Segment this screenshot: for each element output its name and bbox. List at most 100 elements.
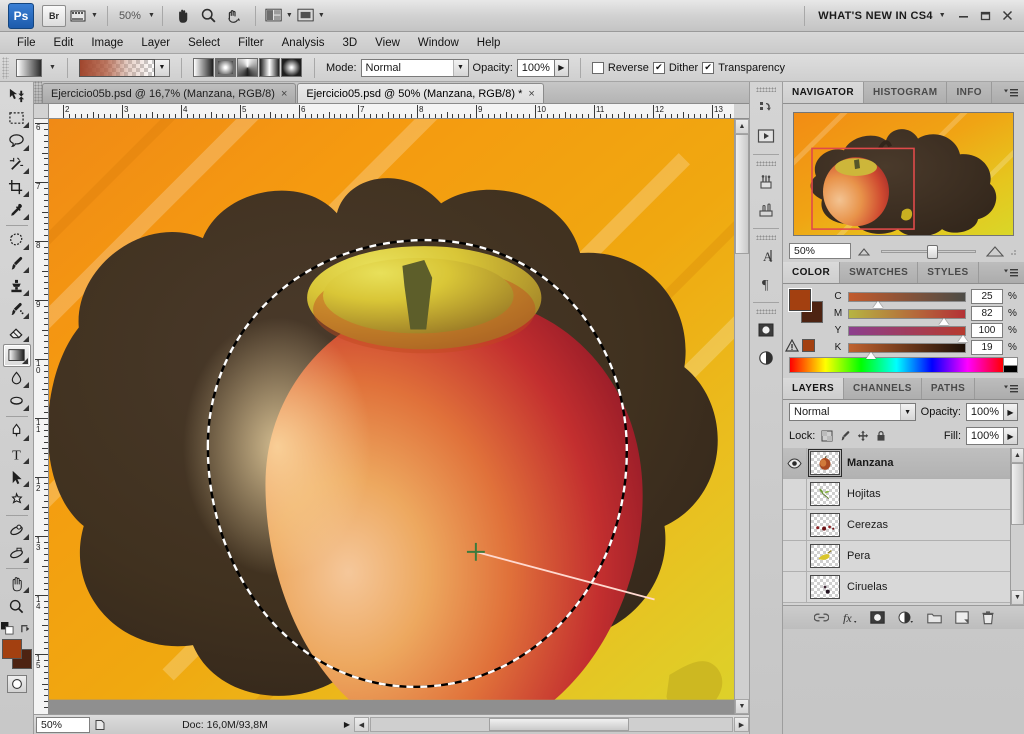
channel-m-value[interactable]: 82 (971, 306, 1003, 321)
3d-orbit-tool[interactable] (3, 542, 31, 565)
layer-row-manzana[interactable]: Manzana (783, 448, 1010, 479)
radial-gradient-button[interactable] (214, 58, 236, 77)
dock-grip[interactable] (756, 235, 776, 240)
menu-file[interactable]: File (8, 35, 45, 51)
vertical-scroll-track[interactable] (735, 254, 749, 699)
delete-layer-icon[interactable] (982, 610, 994, 625)
layer-fill-stepper[interactable]: ▶ (1004, 427, 1018, 445)
status-zoom-input[interactable]: 50% (36, 716, 90, 733)
layers-scroll-down-button[interactable]: ▼ (1011, 590, 1024, 605)
gradient-dropdown-button[interactable]: ▼ (154, 58, 170, 77)
layers-scroll-up-button[interactable]: ▲ (1011, 448, 1024, 463)
path-selection-tool[interactable] (3, 466, 31, 489)
launch-bridge-button[interactable]: Br (41, 4, 67, 28)
eraser-tool[interactable] (3, 321, 31, 344)
layer-visibility-toggle[interactable] (783, 541, 807, 571)
dock-grip[interactable] (756, 87, 776, 92)
menu-select[interactable]: Select (179, 35, 229, 51)
lock-all-button[interactable] (874, 430, 887, 443)
lock-image-pixels-button[interactable] (838, 430, 851, 443)
layer-visibility-toggle[interactable] (783, 510, 807, 540)
layer-style-fx-icon[interactable]: fx (842, 611, 857, 624)
menu-window[interactable]: Window (409, 35, 468, 51)
dodge-tool[interactable] (3, 390, 31, 413)
scroll-down-button[interactable]: ▼ (735, 699, 749, 714)
dock-grip[interactable] (756, 161, 776, 166)
arrange-documents-button[interactable]: ▼ (264, 4, 294, 28)
add-layer-mask-icon[interactable] (869, 611, 885, 624)
tab-paths[interactable]: PATHS (921, 378, 976, 399)
layer-name-cerezas[interactable]: Cerezas (843, 519, 888, 531)
eyedropper-tool[interactable] (3, 199, 31, 222)
gradient-tool[interactable] (2, 344, 31, 367)
actions-panel-icon[interactable] (753, 123, 779, 149)
hscroll-left-button[interactable]: ◀ (354, 717, 369, 732)
channel-m-slider[interactable] (848, 308, 966, 325)
layer-visibility-toggle[interactable] (783, 448, 807, 478)
channel-y-value[interactable]: 100 (971, 323, 1003, 338)
default-colors-icon[interactable] (0, 622, 14, 635)
zoom-tool-button[interactable] (197, 4, 221, 28)
layer-row-pera[interactable]: Pera (783, 541, 1010, 572)
tab-color[interactable]: COLOR (783, 262, 841, 283)
rotate-view-tool-button[interactable] (223, 4, 247, 28)
angle-gradient-button[interactable] (236, 58, 258, 77)
rectangular-marquee-tool[interactable] (3, 107, 31, 130)
blur-tool[interactable] (3, 367, 31, 390)
dither-checkbox[interactable]: ✔ (652, 61, 665, 74)
color-swatches[interactable] (1, 639, 32, 669)
color-panel-menu-button[interactable] (998, 262, 1024, 283)
document-tab-2[interactable]: Ejercicio05.psd @ 50% (Manzana, RGB/8) *… (297, 83, 544, 103)
spectrum-endcaps[interactable] (1004, 357, 1018, 373)
status-menu-arrow[interactable]: ▶ (340, 720, 354, 729)
layer-opacity-stepper[interactable]: ▶ (1004, 403, 1018, 421)
gradient-preview[interactable] (78, 58, 155, 77)
document-tab-1[interactable]: Ejercicio05b.psd @ 16,7% (Manzana, RGB/8… (42, 83, 297, 103)
channel-c-slider[interactable] (848, 291, 966, 308)
dither-checkbox-group[interactable]: ✔ Dither (652, 61, 698, 74)
lock-position-button[interactable] (856, 430, 869, 443)
layer-row-hojitas[interactable]: Hojitas (783, 479, 1010, 510)
crop-tool[interactable] (3, 176, 31, 199)
navigator-zoom-knob[interactable] (926, 244, 938, 259)
magic-wand-tool[interactable] (3, 153, 31, 176)
tab-info[interactable]: INFO (947, 82, 992, 103)
pen-tool[interactable] (3, 420, 31, 443)
chevron-down-icon[interactable]: ▼ (148, 12, 155, 19)
color-panel-swatches[interactable] (789, 289, 823, 323)
layer-name-ciruelas[interactable]: Ciruelas (843, 581, 887, 593)
menu-edit[interactable]: Edit (45, 35, 83, 51)
navigator-zoom-slider[interactable] (881, 244, 976, 259)
menu-analysis[interactable]: Analysis (273, 35, 334, 51)
shape-tool[interactable] (3, 489, 31, 512)
menu-help[interactable]: Help (468, 35, 510, 51)
menu-view[interactable]: View (366, 35, 409, 51)
navigator-zoom-input[interactable]: 50% (789, 243, 851, 259)
link-layers-icon[interactable] (813, 612, 829, 623)
channel-m-knob[interactable] (939, 317, 950, 325)
layer-thumbnail-cell[interactable] (807, 449, 843, 477)
linear-gradient-button[interactable] (192, 58, 214, 77)
new-layer-icon[interactable] (954, 611, 969, 624)
layers-panel-menu-button[interactable] (998, 378, 1024, 399)
resize-grip-icon[interactable] (1010, 246, 1018, 256)
adjustments-panel-icon[interactable] (753, 317, 779, 343)
horizontal-ruler[interactable]: 2 3 4 5 6 7 8 9 10 11 12 13 (49, 104, 734, 119)
brushes-panel-icon[interactable] (753, 169, 779, 195)
close-icon[interactable]: × (528, 88, 534, 100)
view-extras-button[interactable]: ▼ (69, 4, 99, 28)
adjustment-layer-icon[interactable] (898, 611, 914, 624)
layer-fill-input[interactable]: 100% (966, 427, 1004, 445)
chevron-down-icon[interactable]: ▼ (49, 64, 56, 71)
gradient-picker[interactable]: ▼ (78, 58, 170, 77)
options-bar-grip[interactable] (2, 56, 9, 79)
menu-layer[interactable]: Layer (132, 35, 179, 51)
diamond-gradient-button[interactable] (280, 58, 302, 77)
layer-name-pera[interactable]: Pera (843, 550, 870, 562)
layer-thumbnail-cell[interactable] (807, 575, 843, 599)
layer-list[interactable]: Manzana Hojitas Cerezas Pera Ciruelas ▲ … (783, 448, 1024, 605)
swap-colors-icon[interactable] (20, 622, 33, 635)
layer-name-manzana[interactable]: Manzana (843, 457, 893, 469)
blend-mode-select[interactable]: Normal ▼ (360, 58, 469, 77)
image-canvas[interactable] (49, 119, 734, 700)
